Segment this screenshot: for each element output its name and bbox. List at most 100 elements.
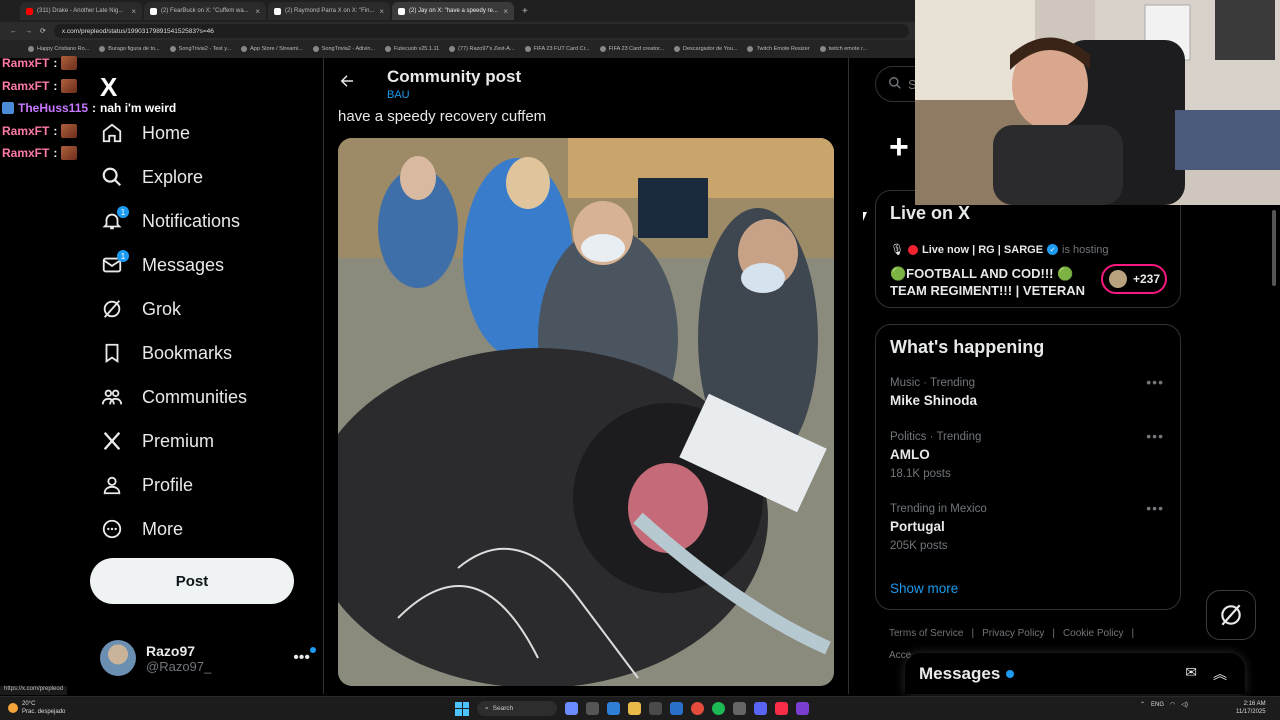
- task-view-icon[interactable]: [586, 702, 599, 715]
- verified-icon: ✓: [1047, 244, 1059, 255]
- stream-chat-overlay: RamxFT : RamxFT : TheHuss115 : nah i'm weir…: [2, 52, 202, 165]
- weather-widget[interactable]: 20°C Prac. despejado: [8, 700, 65, 716]
- bookmark-favicon-icon: [385, 46, 392, 52]
- footer-link[interactable]: Cookie Policy: [1063, 628, 1124, 639]
- bookmark-item[interactable]: Futecuob v25.1.11: [385, 46, 439, 52]
- nav-item-bookmarks[interactable]: Bookmarks: [100, 338, 232, 368]
- discord-icon[interactable]: [754, 702, 767, 715]
- store-icon[interactable]: [649, 702, 662, 715]
- bookmark-item[interactable]: Descargador de You...: [674, 46, 737, 52]
- listener-avatar: [1109, 270, 1127, 288]
- bookmark-item[interactable]: twitch emote r...: [819, 46, 868, 52]
- browser-tab[interactable]: (311) Drake - Another Late Nig... ×: [20, 2, 142, 20]
- scrollbar[interactable]: [1272, 210, 1276, 286]
- whats-happening-title: What's happening: [890, 337, 1045, 357]
- chat-separator: :: [53, 78, 58, 93]
- live-listeners-pill[interactable]: +237: [1101, 264, 1167, 294]
- bookmark-item[interactable]: (77) Razo97's Zest-A...: [449, 46, 515, 52]
- show-more-link[interactable]: Show more: [890, 581, 958, 596]
- music-icon[interactable]: [775, 702, 788, 715]
- community-link[interactable]: BAU: [387, 89, 410, 101]
- bookmark-label: Descargador de You...: [683, 46, 738, 52]
- grok-floating-button[interactable]: [1206, 590, 1256, 640]
- volume-icon[interactable]: ◁): [1181, 701, 1188, 708]
- bookmark-item[interactable]: SongTrivia2 - Adivin...: [312, 46, 376, 52]
- copilot-icon[interactable]: [565, 702, 578, 715]
- new-tab-button[interactable]: +: [516, 6, 534, 17]
- windows-start-icon[interactable]: [455, 701, 469, 716]
- messages-drawer[interactable]: Messages ✉ ︽: [905, 653, 1245, 694]
- nav-item-more[interactable]: More: [100, 514, 183, 544]
- bookmark-item[interactable]: App Store / Streami...: [241, 46, 303, 52]
- nav-item-label: Profile: [142, 474, 194, 495]
- chat-username: RamxFT: [2, 56, 50, 71]
- trend-item[interactable]: Politics · Trending AMLO 18.1K posts •••: [890, 428, 1170, 480]
- trend-item[interactable]: Music · Trending Mike Shinoda •••: [890, 374, 1170, 408]
- footer-link[interactable]: Privacy Policy: [982, 628, 1044, 639]
- nav-item-premium[interactable]: Premium: [100, 426, 214, 456]
- close-icon[interactable]: ×: [503, 7, 508, 16]
- nav-item-notifications[interactable]: 1 Notifications: [100, 206, 240, 236]
- edge-icon[interactable]: [607, 702, 620, 715]
- trend-category: Trending in Mexico: [890, 503, 987, 515]
- live-stream-title[interactable]: 🟢FOOTBALL AND COD!!! 🟢 TEAM REGIMENT!!! …: [890, 265, 1090, 299]
- wifi-icon[interactable]: ◠: [1170, 701, 1175, 708]
- chat-emote-icon: [61, 78, 78, 93]
- forward-nav-icon[interactable]: →: [25, 28, 32, 35]
- reload-icon[interactable]: ⟳: [40, 27, 46, 35]
- bookmark-label: (77) Razo97's Zest-A...: [458, 46, 515, 52]
- account-switcher[interactable]: Razo97 @Razo97_ •••: [100, 638, 316, 678]
- status-link-preview: https://x.com/prepleod: [0, 686, 68, 695]
- account-more-icon[interactable]: •••: [293, 647, 316, 667]
- footer-link[interactable]: Terms of Service: [889, 628, 963, 639]
- mail-app-icon[interactable]: [670, 702, 683, 715]
- tab-title: (311) Drake - Another Late Nig...: [37, 8, 124, 14]
- whats-happening-card: What's happening Music · Trending Mike S…: [875, 324, 1181, 610]
- close-icon[interactable]: ×: [379, 7, 384, 16]
- live-host-line[interactable]: 🎙 Live now | RG | SARGE ✓ is hosting: [890, 243, 1109, 257]
- more-options-icon[interactable]: •••: [1146, 428, 1164, 444]
- close-icon[interactable]: ×: [131, 7, 136, 16]
- steam-icon[interactable]: [733, 702, 746, 715]
- back-arrow-icon[interactable]: [338, 72, 356, 95]
- back-nav-icon[interactable]: ←: [10, 28, 17, 35]
- address-bar-row: ← → ⟳ x.com/prepleod/status/199031798915…: [0, 22, 915, 40]
- bookmark-item[interactable]: FIFA 23 Card creator...: [599, 46, 664, 52]
- nav-item-explore[interactable]: Explore: [100, 162, 203, 192]
- more-options-icon[interactable]: •••: [1146, 500, 1164, 516]
- tab-favicon-icon: [150, 7, 157, 15]
- bookmark-item[interactable]: Twitch Emote Resizer: [747, 46, 810, 52]
- browser-tab[interactable]: (2) Raymond Parra X on X: "Fin... ×: [268, 2, 390, 20]
- footer-separator: |: [1131, 628, 1135, 639]
- browser-tab[interactable]: (2) FearBuck on X: "Cuffem wa... ×: [144, 2, 266, 20]
- tab-title: (2) FearBuck on X: "Cuffem wa...: [161, 8, 249, 14]
- grok-icon: [1221, 604, 1241, 626]
- bookmark-label: twitch emote r...: [828, 46, 868, 52]
- close-icon[interactable]: ×: [255, 7, 260, 16]
- more-options-icon[interactable]: •••: [1146, 374, 1164, 390]
- bookmark-label: SongTrivia2 - Adivin...: [321, 46, 376, 52]
- expand-drawer-icon[interactable]: ︽: [1213, 664, 1227, 684]
- language-indicator[interactable]: ENG: [1151, 702, 1164, 708]
- post-button[interactable]: Post: [90, 558, 294, 604]
- nav-item-messages[interactable]: 1 Messages: [100, 250, 224, 280]
- taskbar-search[interactable]: ⌕ Search: [477, 701, 557, 716]
- nav-item-communities[interactable]: Communities: [100, 382, 247, 412]
- url-field[interactable]: x.com/prepleod/status/199031798915415258…: [53, 24, 909, 38]
- trend-item[interactable]: Trending in Mexico Portugal 205K posts •…: [890, 500, 1170, 552]
- live-hosting-label: is hosting: [1062, 243, 1109, 256]
- browser-tab[interactable]: (2) Jay on X: "have a speedy re... ×: [392, 2, 514, 20]
- post-image[interactable]: [338, 138, 834, 686]
- nav-item-grok[interactable]: Grok: [100, 294, 181, 324]
- taskbar-clock[interactable]: 2:16 AM 11/17/2025: [1236, 700, 1266, 716]
- app-icon[interactable]: [796, 702, 809, 715]
- unread-dot: [310, 647, 316, 653]
- new-message-icon[interactable]: ✉: [1185, 664, 1197, 684]
- spotify-icon[interactable]: [712, 702, 725, 715]
- bookmark-item[interactable]: FIFA 23 FUT Card Cr...: [524, 46, 590, 52]
- nav-item-profile[interactable]: Profile: [100, 470, 193, 500]
- chrome-icon[interactable]: [691, 702, 704, 715]
- file-explorer-icon[interactable]: [628, 702, 641, 715]
- tray-chevron-icon[interactable]: ⌃: [1140, 701, 1145, 708]
- nav-item-label: Messages: [142, 254, 225, 275]
